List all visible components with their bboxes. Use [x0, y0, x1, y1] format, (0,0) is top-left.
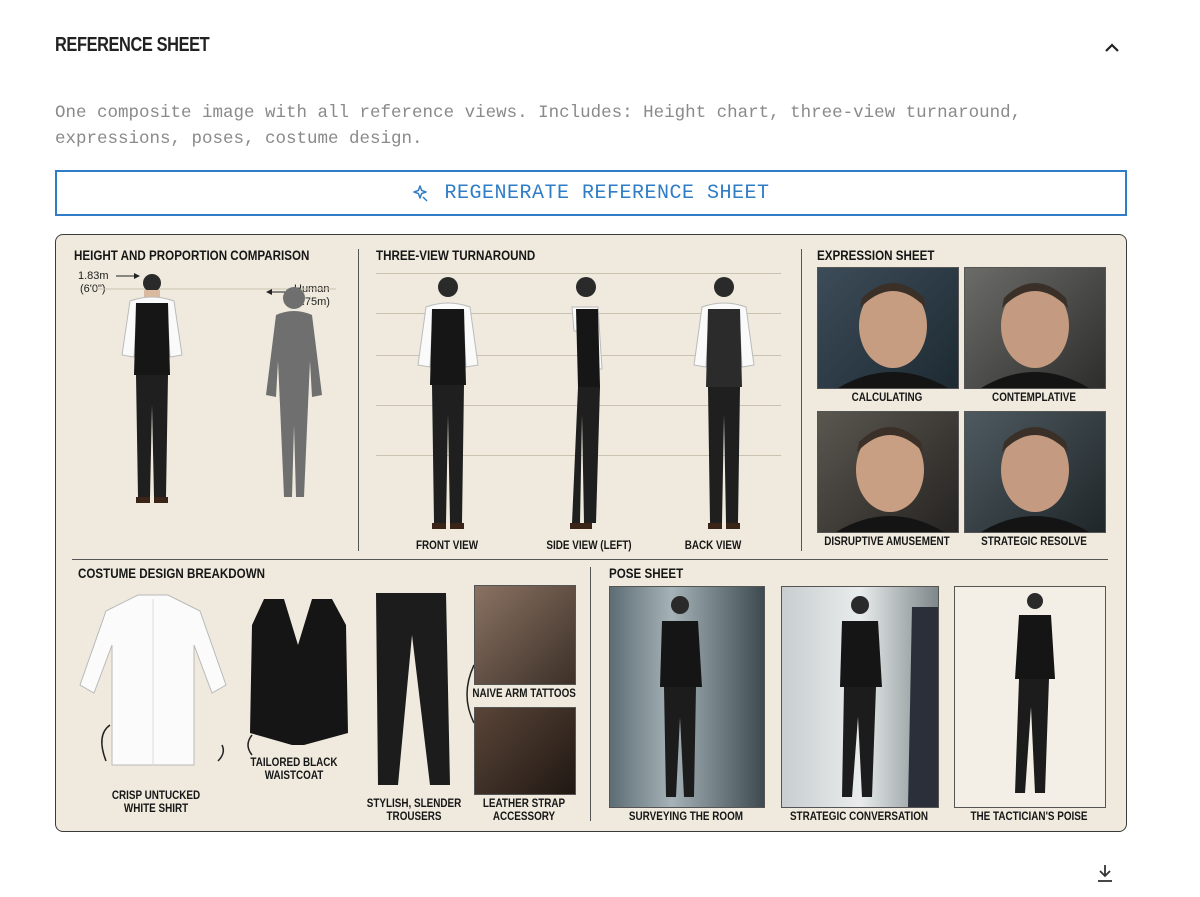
- side-view-caption: SIDE VIEW (LEFT): [546, 540, 632, 552]
- trousers-caption-line1: STYLISH, SLENDER: [366, 798, 462, 810]
- pose-caption: STRATEGIC CONVERSATION: [789, 811, 929, 823]
- black-trousers: [376, 593, 450, 785]
- section-description: One composite image with all reference v…: [55, 103, 1022, 149]
- divider: [358, 249, 359, 551]
- download-icon: [1098, 865, 1112, 882]
- back-view-figure: [693, 277, 755, 529]
- tattoo-photo: [474, 585, 576, 685]
- divider: [72, 559, 1108, 560]
- pose-photo: [781, 586, 939, 808]
- expression-caption: CALCULATING: [851, 392, 923, 404]
- expression-photo: [964, 411, 1106, 533]
- chevron-up-icon: [1105, 43, 1119, 52]
- character-figure: [121, 274, 183, 503]
- height-comparison-figures: [96, 273, 336, 503]
- pose-caption: THE TACTICIAN'S POISE: [970, 811, 1088, 823]
- waistcoat-caption-line2: WAISTCOAT: [264, 770, 324, 782]
- regenerate-label: REGENERATE REFERENCE SHEET: [444, 181, 770, 205]
- back-view-caption: BACK VIEW: [684, 540, 742, 552]
- trousers-caption-line2: TROUSERS: [386, 811, 442, 823]
- turnaround-section-title: THREE-VIEW TURNAROUND: [376, 248, 536, 263]
- pose-caption: SURVEYING THE ROOM: [628, 811, 744, 823]
- download-button[interactable]: [1092, 860, 1118, 886]
- expression-photo: [817, 267, 959, 389]
- section-title: REFERENCE SHEET: [55, 34, 210, 56]
- turnaround-figures: [417, 277, 755, 529]
- shirt-caption-line2: WHITE SHIRT: [123, 803, 189, 815]
- accessory-caption-line2: ACCESSORY: [492, 811, 556, 823]
- expression-caption: CONTEMPLATIVE: [992, 392, 1076, 404]
- front-view-figure: [417, 277, 479, 529]
- tattoos-caption: NAIVE ARM TATTOOS: [472, 688, 576, 700]
- collapse-button[interactable]: [1098, 36, 1126, 60]
- waistcoat-caption-line1: TAILORED BLACK: [250, 757, 338, 769]
- pose-photo: [954, 586, 1106, 808]
- regenerate-button[interactable]: REGENERATE REFERENCE SHEET: [55, 170, 1127, 216]
- sparkle-icon: [413, 185, 428, 202]
- height-section-title: HEIGHT AND PROPORTION COMPARISON: [74, 248, 310, 263]
- expression-photo: [964, 267, 1106, 389]
- side-view-figure: [570, 277, 603, 529]
- expression-photo: [817, 411, 959, 533]
- accessory-photo: [474, 707, 576, 795]
- costume-section-title: COSTUME DESIGN BREAKDOWN: [78, 566, 266, 581]
- front-view-caption: FRONT VIEW: [415, 540, 479, 552]
- pose-section-title: POSE SHEET: [609, 566, 684, 581]
- human-silhouette: [266, 287, 322, 497]
- expression-section-title: EXPRESSION SHEET: [817, 248, 935, 263]
- divider: [801, 249, 802, 551]
- expression-caption: STRATEGIC RESOLVE: [981, 536, 1087, 548]
- accessory-caption-line1: LEATHER STRAP: [482, 798, 566, 810]
- pose-photo: [609, 586, 765, 808]
- expression-caption: DISRUPTIVE AMUSEMENT: [824, 536, 950, 548]
- reference-sheet-image: HEIGHT AND PROPORTION COMPARISON 1.83m (…: [55, 234, 1127, 832]
- divider: [590, 567, 591, 821]
- shirt-caption-line1: CRISP UNTUCKED: [111, 790, 201, 802]
- black-waistcoat: [250, 599, 348, 745]
